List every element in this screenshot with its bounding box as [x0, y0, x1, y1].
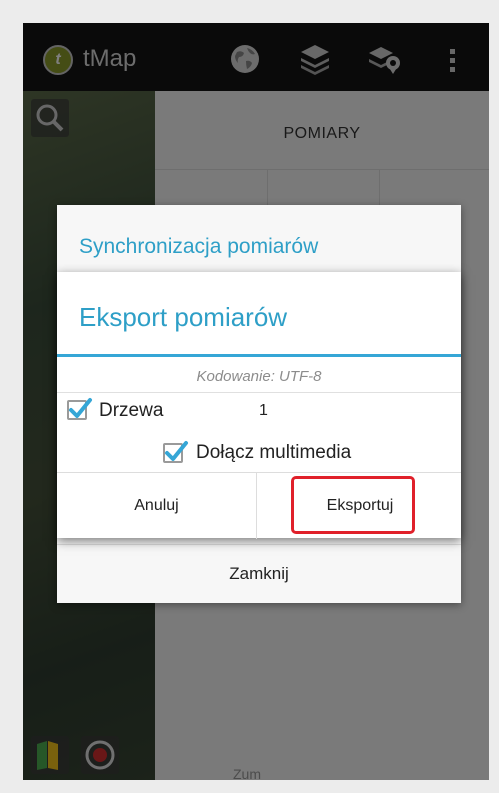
close-button[interactable]: Zamknij — [57, 544, 461, 603]
cancel-button[interactable]: Anuluj — [57, 473, 257, 539]
app-screen: t tMap — [23, 23, 489, 780]
encoding-label: Kodowanie: UTF-8 — [196, 368, 322, 385]
trees-count: 1 — [259, 402, 268, 419]
title-divider — [57, 354, 461, 357]
include-media-label: Dołącz multimedia — [196, 442, 352, 463]
export-dialog: Eksport pomiarów Kodowanie: UTF-8 Drzewa… — [57, 272, 461, 539]
trees-label: Drzewa — [99, 400, 164, 421]
export-dialog-title: Eksport pomiarów — [79, 302, 288, 332]
checkmark-icon — [165, 441, 188, 461]
divider — [57, 392, 461, 393]
highlight-box — [291, 476, 415, 534]
trees-checkbox[interactable] — [67, 398, 92, 420]
sync-dialog-title: Synchronizacja pomiarów — [79, 235, 319, 258]
include-media-checkbox[interactable] — [163, 441, 188, 463]
checkmark-icon — [69, 398, 92, 418]
